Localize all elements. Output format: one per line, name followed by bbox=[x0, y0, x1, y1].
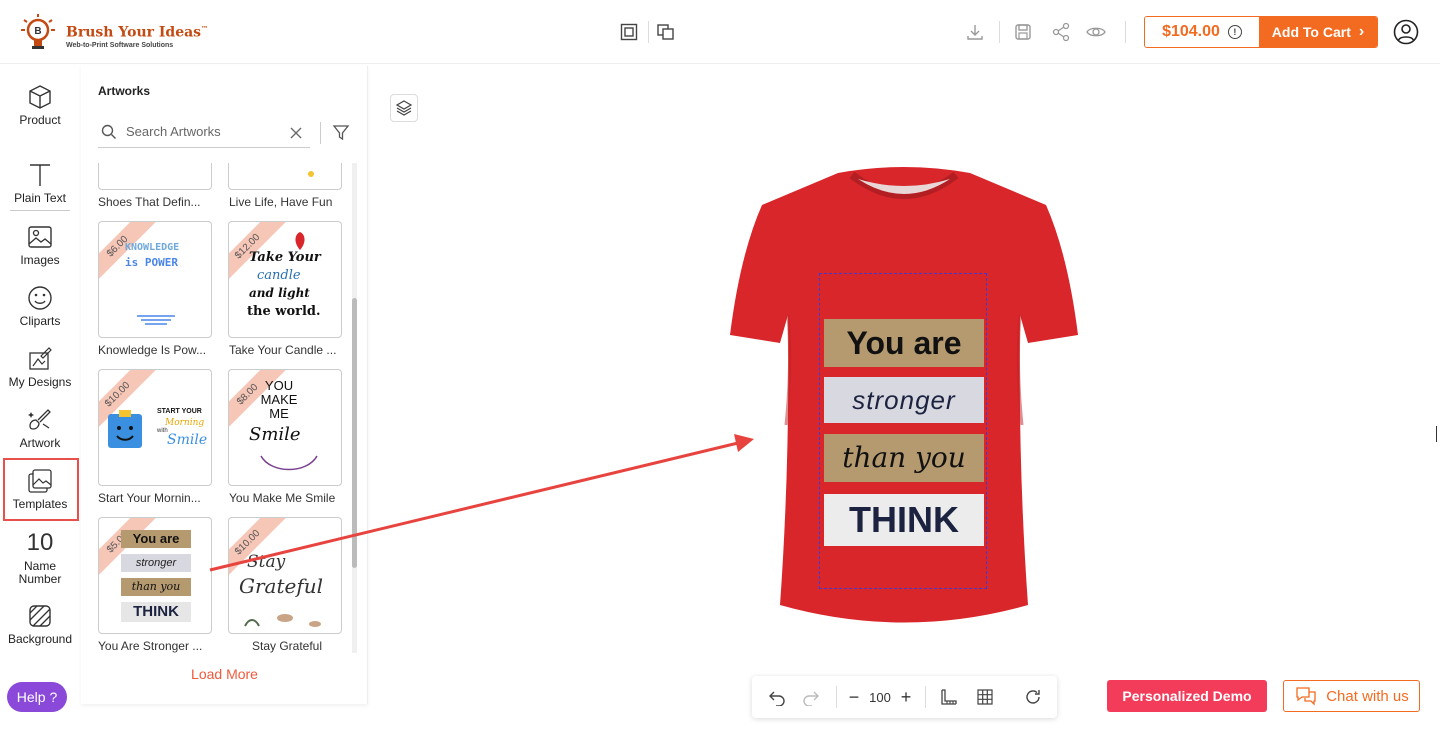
grid-icon[interactable] bbox=[972, 676, 998, 718]
undo-icon[interactable] bbox=[764, 676, 790, 718]
ruler-icon[interactable] bbox=[935, 676, 961, 718]
chat-bubble-icon bbox=[1296, 687, 1316, 706]
chat-label: Chat with us bbox=[1326, 687, 1409, 705]
toolbar-divider bbox=[836, 686, 837, 708]
text-cursor-icon bbox=[1436, 426, 1440, 442]
toolbar-divider bbox=[925, 686, 926, 708]
reset-icon[interactable] bbox=[1020, 676, 1046, 718]
canvas-toolbar: − 100 + bbox=[752, 676, 1057, 718]
zoom-out-button[interactable]: − bbox=[844, 676, 864, 718]
annotation-arrow bbox=[209, 434, 754, 572]
zoom-level: 100 bbox=[869, 689, 891, 705]
chat-with-us-button[interactable]: Chat with us bbox=[1283, 680, 1420, 712]
zoom-in-button[interactable]: + bbox=[896, 676, 916, 718]
redo-icon[interactable] bbox=[798, 676, 824, 718]
personalized-demo-button[interactable]: Personalized Demo bbox=[1107, 680, 1267, 712]
